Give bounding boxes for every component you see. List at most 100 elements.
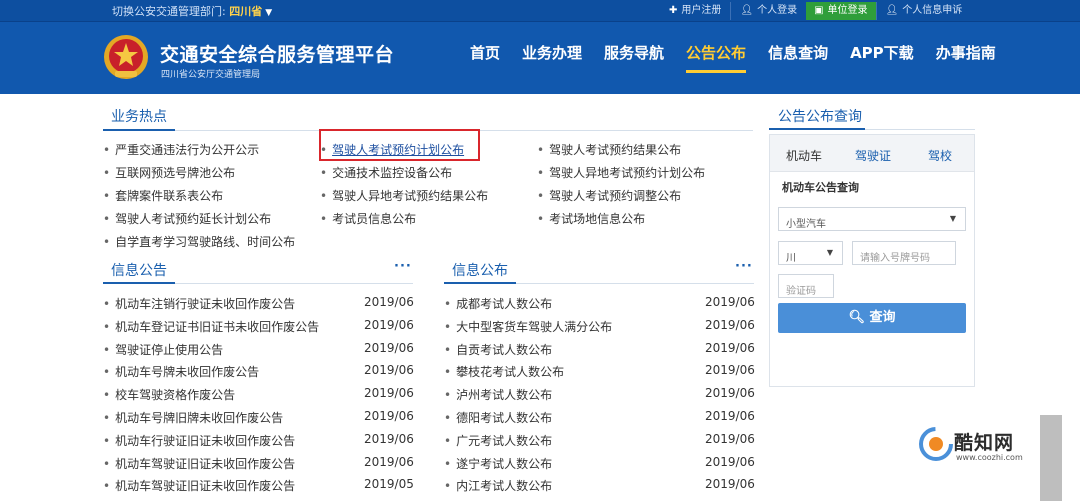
list-item-label: 大中型客货车驾驶人满分公布 xyxy=(456,319,613,334)
list-item[interactable]: • 内江考试人数公布 xyxy=(444,477,552,494)
info-notice-underline xyxy=(103,282,175,284)
nav-home[interactable]: 首页 xyxy=(470,42,500,63)
hot-item[interactable]: • 考试场地信息公布 xyxy=(537,210,645,227)
hot-item[interactable]: • 严重交通违法行为公开公示 xyxy=(103,141,259,158)
query-subtitle: 机动车公告查询 xyxy=(782,181,859,194)
list-item[interactable]: • 成都考试人数公布 xyxy=(444,295,552,312)
caret-down-icon: ▼ xyxy=(826,248,833,257)
list-item-date: 2019/06 xyxy=(705,317,755,332)
hot-item[interactable]: • 考试员信息公布 xyxy=(320,210,416,227)
nav-announcements[interactable]: 公告公布 xyxy=(686,42,747,73)
hot-item[interactable]: • 驾驶人考试预约结果公布 xyxy=(537,141,681,158)
list-item[interactable]: • 机动车登记证书旧证书未收回作废公告 xyxy=(103,318,319,335)
info-publish-underline xyxy=(444,282,516,284)
list-item[interactable]: • 攀枝花考试人数公布 xyxy=(444,363,564,380)
list-item[interactable]: • 机动车行驶证旧证未收回作废公告 xyxy=(103,432,295,449)
info-notice-more-button[interactable]: ··· xyxy=(394,259,412,274)
list-item-date: 2019/06 xyxy=(705,340,755,355)
list-item[interactable]: • 驾驶证停止使用公告 xyxy=(103,341,223,358)
nav-app-download[interactable]: APP下载 xyxy=(850,42,914,63)
list-item-date: 2019/06 xyxy=(705,295,755,309)
list-item-label: 校车驾驶资格作废公告 xyxy=(115,388,236,403)
building-icon: ▣ xyxy=(814,5,824,16)
province-prefix-select[interactable]: 川 ▼ xyxy=(778,241,843,265)
list-item[interactable]: • 校车驾驶资格作废公告 xyxy=(103,386,235,403)
captcha-input[interactable]: 验证码 xyxy=(778,274,834,298)
list-item-date: 2019/06 xyxy=(364,317,414,332)
info-publish-title: 信息公布 xyxy=(452,263,508,279)
list-item[interactable]: • 机动车注销行驶证未收回作废公告 xyxy=(103,295,295,312)
list-item-label: 成都考试人数公布 xyxy=(456,297,553,311)
list-item-label: 机动车登记证书旧证书未收回作废公告 xyxy=(115,319,320,334)
list-item-date: 2019/06 xyxy=(364,454,414,469)
query-button[interactable]: 🔍︎ 查询 xyxy=(778,303,966,333)
list-item-date: 2019/06 xyxy=(705,386,755,401)
plus-icon: ✚ xyxy=(669,5,678,16)
list-item-label: 广元考试人数公布 xyxy=(456,433,553,448)
list-item[interactable]: • 机动车驾驶证旧证未收回作废公告 xyxy=(103,477,295,494)
hot-item[interactable]: • 交通技术监控设备公布 xyxy=(320,164,452,181)
list-item-date: 2019/06 xyxy=(364,431,414,446)
nav-business[interactable]: 业务办理 xyxy=(522,42,582,63)
search-icon: 🔍︎ xyxy=(848,310,865,325)
list-item-label: 自贡考试人数公布 xyxy=(456,342,553,357)
list-item[interactable]: • 广元考试人数公布 xyxy=(444,432,552,449)
list-item[interactable]: • 机动车驾驶证旧证未收回作废公告 xyxy=(103,455,295,472)
register-link[interactable]: ✚ 用户注册 xyxy=(660,2,730,20)
appeal-link[interactable]: 👤︎ 个人信息申诉 xyxy=(875,2,972,20)
list-item-date: 2019/06 xyxy=(705,431,755,446)
plate-number-input[interactable]: 请输入号牌号码 xyxy=(852,241,956,265)
hot-item[interactable]: • 驾驶人异地考试预约结果公布 xyxy=(320,187,488,204)
query-tabs: 机动车 驾驶证 驾校 xyxy=(770,135,974,172)
list-item-date: 2019/06 xyxy=(364,295,414,309)
site-title: 交通安全综合服务管理平台 xyxy=(160,44,395,66)
tab-vehicle[interactable]: 机动车 xyxy=(786,147,822,164)
account-links: ✚ 用户注册 👤︎ 个人登录 ▣ 单位登录 👤︎ 个人信息申诉 xyxy=(660,2,971,20)
list-item[interactable]: • 机动车号牌旧牌未收回作废公告 xyxy=(103,409,283,426)
list-item-label: 内江考试人数公布 xyxy=(456,479,553,494)
list-item-label: 遂宁考试人数公布 xyxy=(456,456,553,471)
hot-item[interactable]: • 套牌案件联系表公布 xyxy=(103,187,223,204)
query-panel-title: 公告公布查询 xyxy=(778,109,862,125)
nav-service-guide[interactable]: 服务导航 xyxy=(604,42,664,63)
nav-guide[interactable]: 办事指南 xyxy=(936,42,996,63)
list-item-date: 2019/05 xyxy=(364,477,414,492)
list-item-label: 机动车号牌未收回作废公告 xyxy=(115,365,260,380)
site-subtitle: 四川省公安厅交通管理局 xyxy=(161,70,261,80)
list-item-label: 德阳考试人数公布 xyxy=(456,411,553,425)
list-item-label: 机动车驾驶证旧证未收回作废公告 xyxy=(115,479,296,494)
list-item-label: 机动车行驶证旧证未收回作废公告 xyxy=(115,433,296,448)
province-name: 四川省 xyxy=(229,5,263,18)
list-item-label: 驾驶证停止使用公告 xyxy=(115,342,224,357)
hot-item[interactable]: • 驾驶人考试预约调整公布 xyxy=(537,187,681,204)
hot-item[interactable]: • 互联网预选号牌池公布 xyxy=(103,164,235,181)
police-emblem-icon xyxy=(104,35,148,79)
list-item-label: 泸州考试人数公布 xyxy=(456,388,553,403)
query-panel: 机动车 驾驶证 驾校 机动车公告查询 小型汽车 ▼ 川 ▼ 请输入号牌号码 验证码 … xyxy=(769,134,975,387)
list-item[interactable]: • 德阳考试人数公布 xyxy=(444,409,552,426)
department-switcher[interactable]: 切换公安交通管理部门: 四川省 ▼ xyxy=(112,3,272,19)
hot-item[interactable]: • 自学直考学习驾驶路线、时间公布 xyxy=(103,233,295,250)
tab-driving-school[interactable]: 驾校 xyxy=(928,147,952,164)
unit-login-link[interactable]: ▣ 单位登录 xyxy=(806,2,876,20)
list-item-date: 2019/06 xyxy=(705,477,755,492)
list-item[interactable]: • 大中型客货车驾驶人满分公布 xyxy=(444,318,612,335)
personal-login-link[interactable]: 👤︎ 个人登录 xyxy=(730,2,806,20)
nav-info-query[interactable]: 信息查询 xyxy=(768,42,828,63)
hot-item[interactable]: • 驾驶人异地考试预约计划公布 xyxy=(537,164,705,181)
site-header: 交通安全综合服务管理平台 四川省公安厅交通管理局 首页 业务办理 服务导航 公告… xyxy=(0,22,1080,94)
side-scroll-strip xyxy=(1040,415,1062,501)
hot-item[interactable]: • 驾驶人考试预约延长计划公布 xyxy=(103,210,271,227)
list-item[interactable]: • 机动车号牌未收回作废公告 xyxy=(103,363,259,380)
vehicle-type-select[interactable]: 小型汽车 ▼ xyxy=(778,207,966,231)
tab-license[interactable]: 驾驶证 xyxy=(855,147,891,164)
query-title-underline xyxy=(769,128,865,130)
list-item[interactable]: • 自贡考试人数公布 xyxy=(444,341,552,358)
list-item[interactable]: • 遂宁考试人数公布 xyxy=(444,455,552,472)
list-item-label: 机动车驾驶证旧证未收回作废公告 xyxy=(115,456,296,471)
list-item-date: 2019/06 xyxy=(364,386,414,401)
list-item-date: 2019/06 xyxy=(364,409,414,423)
caret-down-icon: ▼ xyxy=(949,214,956,223)
list-item[interactable]: • 泸州考试人数公布 xyxy=(444,386,552,403)
info-publish-more-button[interactable]: ··· xyxy=(735,259,753,274)
